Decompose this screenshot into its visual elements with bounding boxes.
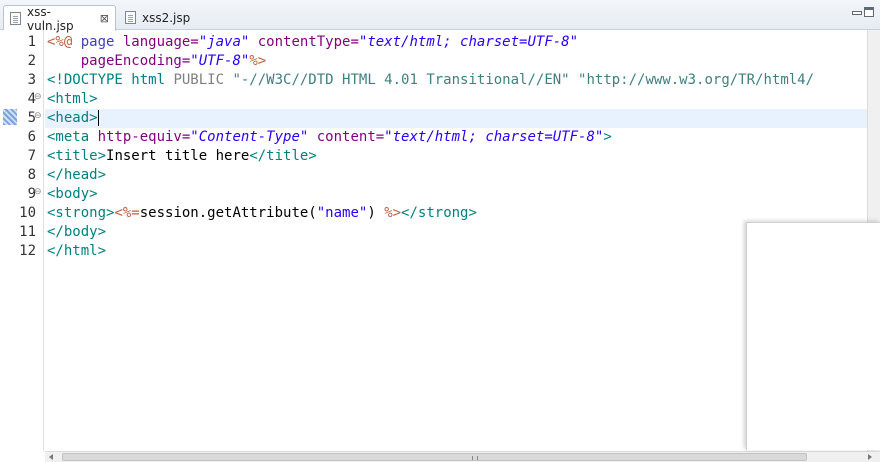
body-tag: <body> <box>47 186 98 202</box>
session-call: session.getAttribute( <box>139 205 317 221</box>
tab-label: xss2.jsp <box>142 10 191 25</box>
code-line-8: </head> <box>45 166 867 185</box>
attr-content: content= <box>308 129 385 145</box>
jsp-expression-open: <%= <box>114 205 140 221</box>
jsp-file-icon <box>10 12 21 25</box>
jsp-expression-close: %> <box>384 205 402 221</box>
jsp-file-icon <box>125 11 136 24</box>
call-close: ) <box>367 205 385 221</box>
code-line-4: <html> <box>45 90 867 109</box>
code-line-7: <title>Insert title here</title> <box>45 147 867 166</box>
head-close-tag: </head> <box>47 167 107 183</box>
strong-tag-open: <strong> <box>47 205 115 221</box>
code-line-1: <%@ page language="java" contentType="te… <box>45 33 867 52</box>
editor-tab-bar: xss-vuln.jsp ⊠ xss2.jsp <box>0 0 880 33</box>
fold-collapse-icon[interactable]: ⊖ <box>34 107 43 126</box>
code-line-11: </body> <box>45 223 867 242</box>
attr-content-type: contentType= <box>249 34 359 50</box>
line-number: 1 <box>27 34 36 50</box>
scrollbar-thumb[interactable] <box>62 453 807 461</box>
strong-tag-close: </strong> <box>401 205 477 221</box>
maximize-icon[interactable] <box>864 7 874 17</box>
fold-collapse-icon[interactable]: ⊖ <box>34 88 43 107</box>
directive-name: page <box>80 34 123 50</box>
line-number: 3 <box>27 72 36 88</box>
html-tag: <html> <box>47 91 98 107</box>
value-name: "name" <box>316 205 368 221</box>
value-content: "text/html; charset=UTF-8" <box>384 129 604 145</box>
line-number: 10 <box>19 205 36 221</box>
attr-http-equiv: http-equiv= <box>97 129 191 145</box>
meta-tag-open: <meta <box>47 129 98 145</box>
change-marker-icon <box>3 109 17 125</box>
line-number: 8 <box>27 167 36 183</box>
line-number: 6 <box>27 129 36 145</box>
line-number: 2 <box>27 53 36 69</box>
code-line-12: </html> <box>45 242 867 261</box>
head-tag: <head> <box>47 110 98 126</box>
html-close-tag: </html> <box>47 243 107 259</box>
line-number: 12 <box>19 243 36 259</box>
code-line-10: <strong><%=session.getAttribute("name") … <box>45 204 867 223</box>
value-java: "java" <box>198 34 250 50</box>
doctype-open: <!DOCTYPE html <box>47 72 174 88</box>
attr-language: language= <box>122 34 199 50</box>
title-text: Insert title here <box>106 148 250 164</box>
tab-label: xss-vuln.jsp <box>27 4 74 33</box>
code-line-6: <meta http-equiv="Content-Type" content=… <box>45 128 867 147</box>
minimize-icon[interactable] <box>852 11 862 15</box>
line-number: 11 <box>19 224 36 240</box>
value-content-type: "text/html; charset=UTF-8" <box>358 34 579 50</box>
window-controls <box>846 6 876 24</box>
scroll-right-icon[interactable] <box>868 454 872 460</box>
body-close-tag: </body> <box>47 224 107 240</box>
value-content-type-name: "Content-Type" <box>190 129 309 145</box>
jsp-directive-close: %> <box>249 53 267 69</box>
doctype-public: PUBLIC <box>173 72 233 88</box>
value-utf8: "UTF-8" <box>190 53 250 69</box>
code-line-3: <!DOCTYPE html PUBLIC "-//W3C//DTD HTML … <box>45 71 867 90</box>
title-tag-close: </title> <box>249 148 317 164</box>
code-line-5: <head> <box>45 109 867 128</box>
jsp-directive-open: <%@ <box>47 34 81 50</box>
doctype-fpi: "-//W3C//DTD HTML 4.01 Transitional//EN" <box>232 72 570 88</box>
fold-collapse-icon[interactable]: ⊖ <box>34 183 43 202</box>
horizontal-scrollbar[interactable] <box>45 451 880 462</box>
attr-page-encoding: pageEncoding= <box>47 53 191 69</box>
scroll-left-icon[interactable] <box>49 454 53 460</box>
hover-popup <box>746 222 880 450</box>
tab-xss2[interactable]: xss2.jsp <box>119 5 199 30</box>
line-number: 7 <box>27 148 36 164</box>
close-icon[interactable]: ⊠ <box>100 12 109 25</box>
title-tag-open: <title> <box>47 148 107 164</box>
grip-icon <box>472 456 478 460</box>
line-number-gutter: 1 2 3 4 ⊖ 5 ⊖ 6 7 8 9 ⊖ 10 11 12 <box>0 30 44 451</box>
code-line-2: pageEncoding="UTF-8"%> <box>45 52 867 71</box>
line-number: 4 <box>27 91 36 107</box>
text-caret <box>97 110 99 126</box>
code-editor[interactable]: <%@ page language="java" contentType="te… <box>45 30 867 451</box>
code-line-9: <body> <box>45 185 867 204</box>
doctype-uri: "http://www.w3.org/TR/html4/ <box>569 72 815 88</box>
line-number: 9 <box>27 186 36 202</box>
meta-tag-close: > <box>603 129 612 145</box>
tab-xss-vuln[interactable]: xss-vuln.jsp ⊠ <box>3 4 116 33</box>
